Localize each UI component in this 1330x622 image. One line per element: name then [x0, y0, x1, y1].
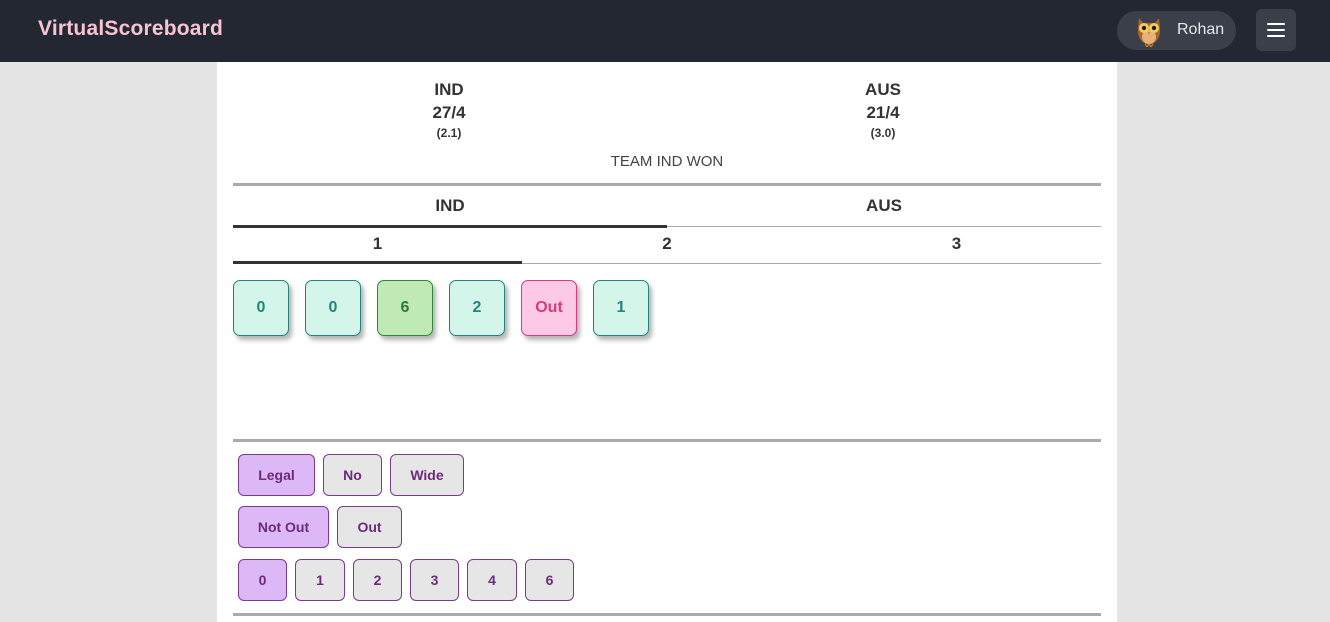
runs-0-button[interactable]: 0: [238, 559, 287, 601]
ball-chip: 6: [377, 280, 433, 336]
owl-avatar-icon: [1137, 18, 1161, 47]
ball-chip: Out: [521, 280, 577, 336]
out-button[interactable]: Out: [337, 506, 402, 548]
divider: [233, 613, 1101, 616]
ball-chip: 0: [233, 280, 289, 336]
ball-chip: 0: [305, 280, 361, 336]
hamburger-menu-button[interactable]: [1256, 9, 1296, 51]
user-name: Rohan: [1177, 21, 1225, 38]
divider: [233, 183, 1101, 186]
match-result: TEAM IND WON: [610, 153, 724, 170]
team-score: 27/4: [432, 103, 466, 122]
tab-over-2[interactable]: 2: [522, 234, 812, 254]
runs-4-button[interactable]: 4: [467, 559, 517, 601]
runs-3-button[interactable]: 3: [410, 559, 459, 601]
team-overs: (3.0): [870, 126, 896, 140]
active-team-indicator: [233, 225, 667, 228]
tab-team-aus[interactable]: AUS: [667, 196, 1101, 216]
ball-chip: 2: [449, 280, 505, 336]
not-out-button[interactable]: Not Out: [238, 506, 329, 548]
user-profile-chip[interactable]: Rohan: [1117, 11, 1236, 50]
delivery-wide-button[interactable]: Wide: [390, 454, 464, 496]
delivery-no-ball-button[interactable]: No: [323, 454, 382, 496]
runs-2-button[interactable]: 2: [353, 559, 402, 601]
team-summary-aus: AUS 21/4 (3.0): [813, 79, 953, 141]
divider: [233, 439, 1101, 442]
top-navbar: VirtualScoreboard Rohan: [0, 0, 1330, 62]
tab-over-1[interactable]: 1: [233, 234, 522, 254]
team-summary-ind: IND 27/4 (2.1): [379, 79, 519, 141]
runs-1-button[interactable]: 1: [295, 559, 345, 601]
team-name: IND: [434, 80, 464, 99]
team-name: AUS: [865, 80, 901, 99]
runs-6-button[interactable]: 6: [525, 559, 574, 601]
ball-chip: 1: [593, 280, 649, 336]
hamburger-icon: [1267, 23, 1285, 25]
tab-team-ind[interactable]: IND: [233, 196, 667, 216]
delivery-legal-button[interactable]: Legal: [238, 454, 315, 496]
team-overs: (2.1): [436, 126, 462, 140]
team-score: 21/4: [866, 103, 900, 122]
tab-over-3[interactable]: 3: [812, 234, 1101, 254]
active-over-indicator: [233, 261, 522, 264]
brand-logo[interactable]: VirtualScoreboard: [38, 17, 223, 41]
scoreboard-panel: IND 27/4 (2.1) AUS 21/4 (3.0) TEAM IND W…: [217, 62, 1117, 622]
